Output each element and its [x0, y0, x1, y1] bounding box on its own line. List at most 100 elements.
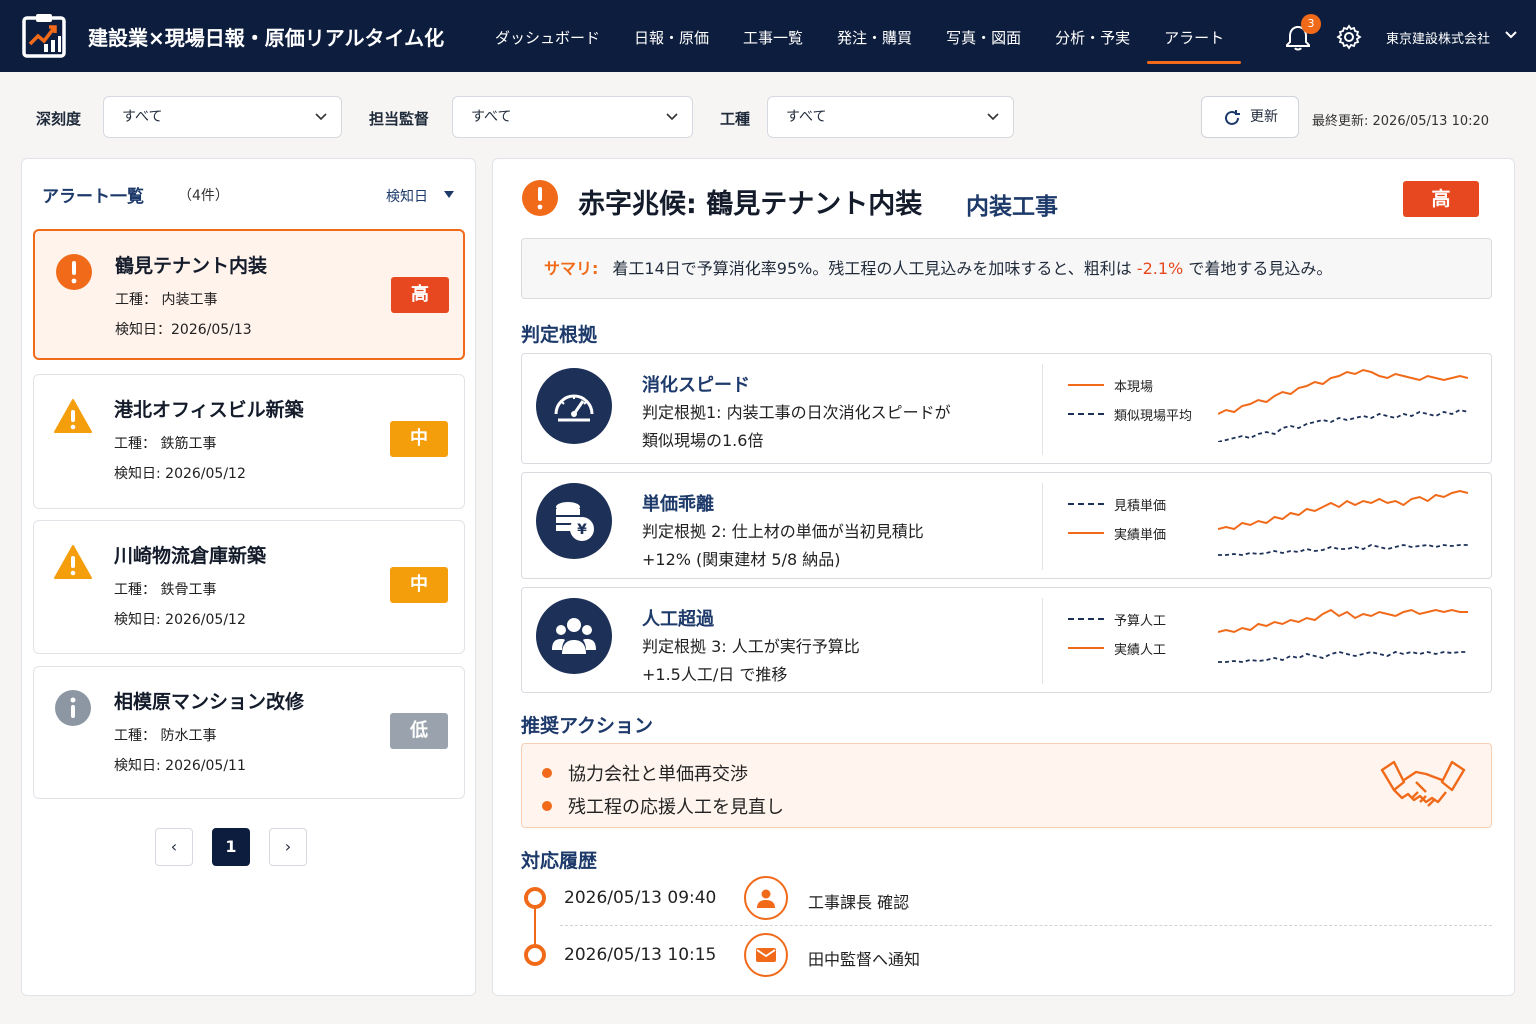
refresh-button[interactable]: 更新 [1201, 96, 1299, 138]
trade-filter-select[interactable]: すべて [767, 96, 1014, 138]
recommended-actions-box: 協力会社と単価再交渉 残工程の応援人工を見直し [521, 743, 1492, 828]
supervisor-filter-value: すべて [471, 109, 512, 125]
last-updated: 最終更新: 2026/05/13 10:20 [1312, 114, 1490, 129]
alert-card[interactable]: 川崎物流倉庫新築工種： 鉄骨工事検知日: 2026/05/12 中 [33, 520, 465, 654]
clipboard-chart-logo-icon [22, 14, 66, 58]
sparkline-chart [1218, 489, 1468, 556]
actions-heading: 推奨アクション [521, 715, 654, 737]
refresh-label: 更新 [1250, 109, 1278, 125]
action-item: 残工程の応援人工を見直し [542, 793, 784, 819]
nav-item-3[interactable]: 発注・購買 [820, 0, 929, 72]
severity-filter-select[interactable]: すべて [103, 96, 342, 138]
alert-detected-date: 検知日: 2026/05/12 [114, 612, 246, 628]
trade-filter-value: すべて [786, 109, 827, 125]
app-title: 建設業×現場日報・原価リアルタイム化 [88, 26, 445, 50]
nav-item-4[interactable]: 写真・図面 [929, 0, 1038, 72]
chevron-down-icon [987, 113, 999, 121]
history-text: 工事課長 確認 [808, 893, 910, 912]
pagination-next-button[interactable]: › [269, 828, 307, 866]
pagination-prev-button[interactable]: ‹ [155, 828, 193, 866]
summary-text-end: で着地する見込み。 [1188, 259, 1333, 278]
alert-site-name: 鶴見テナント内装 [115, 255, 268, 277]
nav-item-6[interactable]: アラート [1147, 0, 1242, 72]
pagination-page-1[interactable]: 1 [212, 828, 250, 866]
rationale-card: 消化スピード 判定根拠1: 内装工事の日次消化スピードが 類似現場の1.6倍 本現場類… [521, 353, 1492, 464]
divider [1042, 364, 1043, 455]
alert-list-title: アラート一覧 [42, 187, 144, 207]
alert-trade: 工種： 鉄骨工事 [114, 582, 217, 598]
error-icon [55, 253, 93, 291]
severity-badge: 低 [390, 713, 448, 749]
yen-coins-icon: ¥ [536, 483, 612, 559]
alert-trade: 工種： 内装工事 [115, 292, 218, 308]
timeline-dot [524, 887, 546, 909]
rationale-card: 人工超過 判定根拠 3: 人工が実行予算比 +1.5人工/日 で推移 予算人工 実績人工 [521, 587, 1492, 693]
notification-badge: 3 [1301, 14, 1321, 34]
error-icon [522, 180, 558, 216]
sort-by-detected-date[interactable]: 検知日 [386, 186, 454, 206]
nav-item-1[interactable]: 日報・原価 [617, 0, 726, 72]
chevron-down-icon [315, 113, 327, 121]
chevron-down-icon [666, 113, 678, 121]
rationale-heading: 判定根拠 [521, 324, 598, 346]
summary-text: 着工14日で予算消化率95%。残工程の人工見込みを加味すると、粗利は [612, 259, 1132, 278]
nav-item-2[interactable]: 工事一覧 [726, 0, 820, 72]
history-heading: 対応履歴 [521, 850, 598, 872]
history-time: 2026/05/13 10:15 [564, 945, 717, 965]
sparkline-chart [1218, 608, 1468, 663]
alert-card[interactable]: 相模原マンション改修 工種： 防水工事 検知日: 2026/05/11 低 [33, 666, 465, 799]
nav-item-5[interactable]: 分析・予実 [1038, 0, 1147, 72]
rationale-title: 消化スピード [642, 375, 750, 396]
supervisor-filter-select[interactable]: すべて [452, 96, 693, 138]
people-icon [536, 598, 612, 674]
alert-detected-date: 検知日: 2026/05/12 [114, 466, 246, 482]
warning-icon [54, 543, 92, 581]
user-icon [744, 876, 788, 920]
severity-filter-label: 深刻度 [36, 110, 82, 128]
severity-badge: 高 [391, 277, 449, 313]
caret-down-icon [444, 191, 454, 198]
sparkline-chart [1218, 368, 1468, 442]
nav-item-0[interactable]: ダッシュボード [478, 0, 617, 72]
main-nav: ダッシュボード 日報・原価 工事一覧 発注・購買 写真・図面 分析・予実 アラート [478, 0, 1242, 72]
detail-category: 内装工事 [966, 194, 1058, 220]
info-icon [54, 689, 92, 727]
rationale-title: 単価乖離 [642, 494, 714, 515]
summary-margin-value: -2.1% [1136, 259, 1184, 278]
timeline-divider [560, 925, 1492, 926]
action-item: 協力会社と単価再交渉 [542, 760, 748, 786]
speedometer-icon [536, 368, 612, 444]
rationale-desc: 判定根拠1: 内装工事の日次消化スピードが [642, 403, 951, 422]
rationale-desc: 判定根拠 2: 仕上材の単価が当初見積比 [642, 522, 924, 541]
rationale-desc: 類似現場の1.6倍 [642, 431, 764, 450]
supervisor-filter-label: 担当監督 [369, 110, 430, 128]
sort-label: 検知日 [386, 189, 428, 205]
alert-list-count: （4件） [178, 188, 229, 204]
top-header: 建設業×現場日報・原価リアルタイム化 ダッシュボード 日報・原価 工事一覧 発注・購買… [0, 0, 1536, 72]
severity-filter-value: すべて [122, 109, 163, 125]
alert-site-name: 川崎物流倉庫新築 [114, 545, 267, 567]
rationale-desc: 判定根拠 3: 人工が実行予算比 [642, 637, 860, 656]
alert-trade: 工種： 防水工事 [114, 728, 217, 744]
alert-trade: 工種： 鉄筋工事 [114, 436, 217, 452]
chevron-down-icon[interactable] [1504, 30, 1518, 40]
company-selector[interactable]: 東京建設株式会社 [1386, 28, 1490, 47]
divider [1042, 483, 1043, 570]
timeline-dot [524, 944, 546, 966]
trade-filter-label: 工種 [720, 110, 751, 128]
rationale-desc: +1.5人工/日 で推移 [642, 665, 788, 684]
svg-text:¥: ¥ [577, 522, 587, 538]
warning-icon [54, 397, 92, 435]
alert-site-name: 相模原マンション改修 [114, 691, 305, 713]
rationale-desc: +12% (関東建材 5/8 納品) [642, 550, 841, 569]
rationale-card: ¥ 単価乖離判定根拠 2: 仕上材の単価が当初見積比 +12% (関東建材 5/8 … [521, 472, 1492, 579]
divider [1042, 598, 1043, 684]
alert-card[interactable]: 鶴見テナント内装 工種： 内装工事 検知日：2026/05/13 高 [33, 229, 465, 360]
history-text: 田中監督へ通知 [808, 950, 921, 969]
gear-icon[interactable] [1336, 24, 1362, 50]
alert-card[interactable]: 港北オフィスビル新築 工種： 鉄筋工事 検知日: 2026/05/12 中 [33, 374, 465, 509]
mail-icon [744, 933, 788, 977]
refresh-icon [1225, 110, 1240, 125]
summary-label: サマリ: [544, 259, 599, 278]
severity-badge: 中 [390, 567, 448, 603]
